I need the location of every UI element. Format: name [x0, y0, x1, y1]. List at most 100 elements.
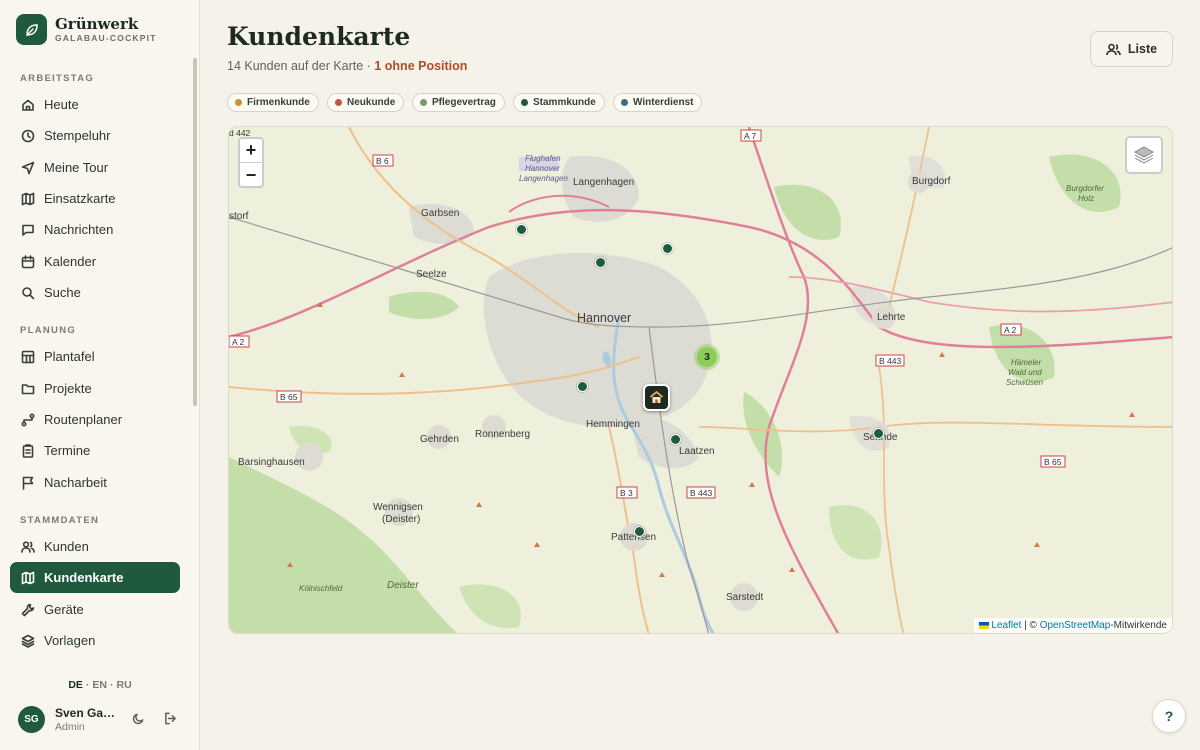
- place-label: Schwüsen: [1006, 378, 1043, 387]
- zoom-out-button[interactable]: −: [240, 163, 262, 187]
- brand[interactable]: Grünwerk GALABAU-COCKPIT: [16, 14, 157, 45]
- map-tiles: Hannover Langenhagen Garbsen Seelze Lehr…: [229, 127, 1172, 633]
- nav-section-stammdaten: STAMMDATEN: [20, 515, 100, 526]
- headquarters-marker[interactable]: [643, 384, 670, 411]
- folder-icon: [21, 382, 35, 396]
- flag-icon: [21, 476, 35, 490]
- filter-chip-firmenkunde[interactable]: Firmenkunde: [227, 93, 319, 112]
- place-label: Langenhagen: [573, 177, 634, 188]
- layers-control[interactable]: [1125, 136, 1163, 174]
- user-role: Admin: [55, 721, 85, 733]
- road-label: B 6: [376, 156, 389, 166]
- legend-dot: [335, 99, 342, 106]
- users-icon: [21, 540, 35, 554]
- customer-marker[interactable]: [577, 381, 588, 392]
- customer-marker[interactable]: [662, 243, 673, 254]
- list-view-button[interactable]: Liste: [1090, 31, 1173, 67]
- home-icon: [21, 98, 35, 112]
- road-label: A 2: [232, 337, 245, 347]
- legend-dot: [621, 99, 628, 106]
- place-label: Seelze: [416, 269, 447, 280]
- lang-de[interactable]: DE: [68, 679, 83, 691]
- customer-marker[interactable]: [634, 526, 645, 537]
- layers-icon: [1133, 146, 1155, 164]
- map-attribution: Leaflet | © OpenStreetMap-Mitwirkende: [974, 618, 1172, 633]
- map-icon: [21, 571, 35, 585]
- message-icon: [21, 223, 35, 237]
- sidebar-scrollbar[interactable]: [193, 58, 197, 406]
- filter-chip-neukunde[interactable]: Neukunde: [327, 93, 405, 112]
- place-label: Burgdorf: [912, 176, 951, 187]
- sidebar-item-kunden[interactable]: Kunden: [10, 531, 180, 562]
- sidebar-item-meine-tour[interactable]: Meine Tour: [10, 152, 180, 183]
- road-label: B 443: [879, 356, 901, 366]
- route-icon: [21, 412, 35, 427]
- zoom-in-button[interactable]: +: [240, 139, 262, 163]
- sidebar-item-vorlagen[interactable]: Vorlagen: [10, 625, 180, 656]
- filter-chip-pflegevertrag[interactable]: Pflegevertrag: [412, 93, 505, 112]
- sidebar-item-geraete[interactable]: Geräte: [10, 594, 180, 625]
- page-subtitle: 14 Kunden auf der Karte · 1 ohne Positio…: [227, 59, 467, 73]
- sidebar-item-suche[interactable]: Suche: [10, 277, 180, 308]
- sidebar-item-stempeluhr[interactable]: Stempeluhr: [10, 120, 180, 151]
- place-label: Kölnischfeld: [299, 584, 343, 593]
- customer-marker[interactable]: [670, 434, 681, 445]
- logout-icon[interactable]: [164, 712, 180, 728]
- legend-dot: [420, 99, 427, 106]
- sidebar-item-termine[interactable]: Termine: [10, 435, 180, 466]
- road-label: A 2: [1004, 325, 1017, 335]
- place-label: (Deister): [382, 514, 420, 525]
- place-label: storf: [229, 211, 249, 222]
- missing-position-warning[interactable]: 1 ohne Position: [374, 59, 467, 73]
- house-icon: [649, 390, 664, 403]
- osm-link[interactable]: OpenStreetMap: [1040, 620, 1111, 631]
- sidebar-item-einsatzkarte[interactable]: Einsatzkarte: [10, 183, 180, 214]
- sidebar-item-nachrichten[interactable]: Nachrichten: [10, 214, 180, 245]
- brand-name: Grünwerk: [55, 15, 139, 33]
- place-label: Wennigsen: [373, 502, 423, 513]
- marker-cluster[interactable]: 3: [694, 344, 720, 370]
- grid-icon: [21, 350, 35, 364]
- sidebar-item-plantafel[interactable]: Plantafel: [10, 341, 180, 372]
- place-label: Hämeler: [1011, 358, 1042, 367]
- place-label: Langenhagen: [519, 174, 568, 183]
- place-label: Burgdorfer: [1066, 184, 1104, 193]
- sidebar-item-kalender[interactable]: Kalender: [10, 246, 180, 277]
- brand-subtitle: GALABAU-COCKPIT: [55, 33, 157, 43]
- sidebar-item-projekte[interactable]: Projekte: [10, 373, 180, 404]
- customer-marker[interactable]: [516, 224, 527, 235]
- sidebar-item-routenplaner[interactable]: Routenplaner: [10, 404, 180, 435]
- place-label: Lehrte: [877, 312, 906, 323]
- sidebar: Grünwerk GALABAU-COCKPIT ARBEITSTAG Heut…: [0, 0, 200, 750]
- road-label: B 3: [620, 488, 633, 498]
- customer-marker[interactable]: [595, 257, 606, 268]
- user-profile[interactable]: SG Sven Gaertner Admin: [18, 706, 117, 733]
- moon-icon[interactable]: [132, 712, 148, 728]
- page-title: Kundenkarte: [227, 22, 411, 51]
- nav-section-arbeitstag: ARBEITSTAG: [20, 73, 95, 84]
- place-label: Holz: [1078, 194, 1094, 203]
- place-label: Sarstedt: [726, 592, 763, 603]
- filter-chip-stammkunde[interactable]: Stammkunde: [513, 93, 605, 112]
- sidebar-item-heute[interactable]: Heute: [10, 89, 180, 120]
- customer-count: 14 Kunden auf der Karte: [227, 59, 364, 73]
- map-icon: [21, 192, 35, 206]
- lang-en[interactable]: EN: [92, 679, 107, 691]
- legend-dot: [521, 99, 528, 106]
- filter-chip-winterdienst[interactable]: Winterdienst: [613, 93, 703, 112]
- subtitle-separator: ·: [366, 59, 371, 73]
- place-label: Hemmingen: [586, 419, 640, 430]
- customer-map[interactable]: Hannover Langenhagen Garbsen Seelze Lehr…: [228, 126, 1173, 634]
- sidebar-item-nacharbeit[interactable]: Nacharbeit: [10, 467, 180, 498]
- help-button[interactable]: ?: [1152, 699, 1186, 733]
- sidebar-item-kundenkarte[interactable]: Kundenkarte: [10, 562, 180, 593]
- place-label: Garbsen: [421, 208, 459, 219]
- place-label: Hannover: [577, 311, 631, 325]
- calendar-icon: [21, 254, 35, 269]
- lang-ru[interactable]: RU: [117, 679, 132, 691]
- avatar: SG: [18, 706, 45, 733]
- customer-marker[interactable]: [873, 428, 884, 439]
- leaflet-link[interactable]: Leaflet: [991, 620, 1021, 631]
- clipboard-icon: [21, 443, 35, 458]
- zoom-control: + −: [238, 137, 264, 188]
